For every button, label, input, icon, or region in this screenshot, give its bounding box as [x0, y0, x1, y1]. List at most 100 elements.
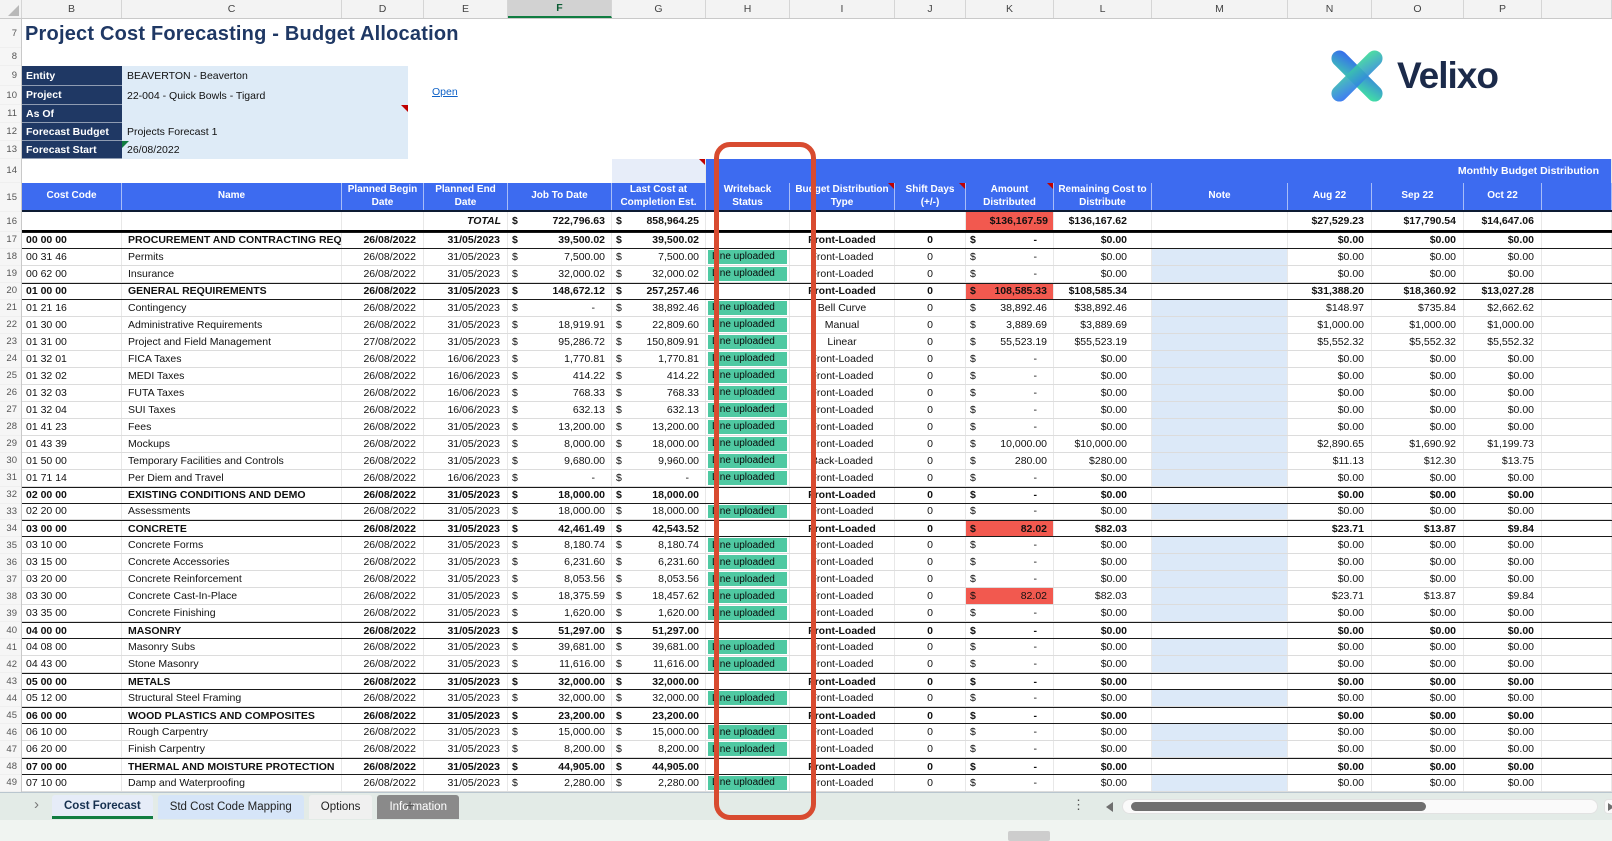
cell-L42[interactable]: $0.00 — [1054, 656, 1152, 672]
cell-G37[interactable]: $8,053.56 — [612, 571, 706, 587]
row-header-45[interactable]: 45 — [0, 707, 21, 724]
cell-K47[interactable]: $- — [966, 741, 1054, 757]
cell-L37[interactable]: $0.00 — [1054, 571, 1152, 587]
cell-M45[interactable] — [1152, 708, 1288, 723]
cell-G21[interactable]: $38,892.46 — [612, 300, 706, 316]
cell-I49[interactable]: Front-Loaded — [790, 775, 895, 791]
cell-C19[interactable]: Insurance — [122, 266, 342, 282]
cell-G28[interactable]: $13,200.00 — [612, 419, 706, 435]
tab-scroll-chevron-icon[interactable]: › — [34, 796, 39, 813]
row-header-8[interactable]: 8 — [0, 48, 21, 66]
row-header-28[interactable]: 28 — [0, 419, 21, 436]
row-header-40[interactable]: 40 — [0, 622, 21, 639]
row-header-12[interactable]: 12 — [0, 123, 21, 141]
cell-G14-comment[interactable] — [612, 159, 706, 183]
cell-K39[interactable]: $- — [966, 605, 1054, 621]
cell-E27[interactable]: 16/06/2023 — [424, 402, 508, 418]
cell-B20[interactable]: 01 00 00 — [22, 284, 122, 299]
cell-E49[interactable]: 31/05/2023 — [424, 775, 508, 791]
cell-J23[interactable]: 0 — [895, 334, 966, 350]
cell-D33[interactable]: 26/08/2022 — [342, 504, 424, 520]
cell-P38[interactable]: $9.84 — [1464, 588, 1542, 604]
cell-G32[interactable]: $18,000.00 — [612, 488, 706, 503]
cell-L28[interactable]: $0.00 — [1054, 419, 1152, 435]
cell-G23[interactable]: $150,809.91 — [612, 334, 706, 350]
cell-N24[interactable]: $0.00 — [1288, 351, 1372, 367]
cell-B30[interactable]: 01 50 00 — [22, 453, 122, 469]
cell-C29[interactable]: Mockups — [122, 436, 342, 452]
cell-B26[interactable]: 01 32 03 — [22, 385, 122, 401]
cell-I43[interactable]: Front-Loaded — [790, 674, 895, 689]
row-header-9[interactable]: 9 — [0, 66, 21, 86]
cell-I19[interactable]: Front-Loaded — [790, 266, 895, 282]
cell-K45[interactable]: $- — [966, 708, 1054, 723]
cell-I41[interactable]: Front-Loaded — [790, 639, 895, 655]
cell-H27[interactable]: Line uploaded — [706, 402, 790, 418]
cell-M42[interactable] — [1152, 656, 1288, 672]
cell-I31[interactable]: Front-Loaded — [790, 470, 895, 486]
cell-O43[interactable]: $0.00 — [1372, 674, 1464, 689]
tab-std-cost-code-mapping[interactable]: Std Cost Code Mapping — [158, 795, 304, 819]
cell-F34[interactable]: $42,461.49 — [508, 521, 612, 536]
cell-N41[interactable]: $0.00 — [1288, 639, 1372, 655]
cell-K16[interactable]: $136,167.59 — [966, 212, 1054, 230]
column-header-D[interactable]: D — [342, 0, 424, 18]
cell-B40[interactable]: 04 00 00 — [22, 623, 122, 638]
cell-G44[interactable]: $32,000.00 — [612, 690, 706, 706]
cell-L34[interactable]: $82.03 — [1054, 521, 1152, 536]
row-header-18[interactable]: 18 — [0, 249, 21, 266]
cell-E23[interactable]: 31/05/2023 — [424, 334, 508, 350]
cell-K29[interactable]: $10,000.00 — [966, 436, 1054, 452]
cell-C26[interactable]: FUTA Taxes — [122, 385, 342, 401]
row-header-31[interactable]: 31 — [0, 470, 21, 487]
cell-K27[interactable]: $- — [966, 402, 1054, 418]
cell-E34[interactable]: 31/05/2023 — [424, 521, 508, 536]
cell-D26[interactable]: 26/08/2022 — [342, 385, 424, 401]
cell-K24[interactable]: $- — [966, 351, 1054, 367]
cell-N20[interactable]: $31,388.20 — [1288, 284, 1372, 299]
cell-M31[interactable] — [1152, 470, 1288, 486]
cell-J27[interactable]: 0 — [895, 402, 966, 418]
cell-M35[interactable] — [1152, 537, 1288, 553]
cell-D35[interactable]: 26/08/2022 — [342, 537, 424, 553]
cell-C24[interactable]: FICA Taxes — [122, 351, 342, 367]
cell-N31[interactable]: $0.00 — [1288, 470, 1372, 486]
cell-G29[interactable]: $18,000.00 — [612, 436, 706, 452]
cell-G17[interactable]: $39,500.02 — [612, 233, 706, 248]
cell-E30[interactable]: 31/05/2023 — [424, 453, 508, 469]
cell-D49[interactable]: 26/08/2022 — [342, 775, 424, 791]
cell-M30[interactable] — [1152, 453, 1288, 469]
cell-L21[interactable]: $38,892.46 — [1054, 300, 1152, 316]
cell-L20[interactable]: $108,585.34 — [1054, 284, 1152, 299]
cell-G30[interactable]: $9,960.00 — [612, 453, 706, 469]
cell-D37[interactable]: 26/08/2022 — [342, 571, 424, 587]
cell-N25[interactable]: $0.00 — [1288, 368, 1372, 384]
cell-B24[interactable]: 01 32 01 — [22, 351, 122, 367]
cell-D45[interactable]: 26/08/2022 — [342, 708, 424, 723]
cell-J30[interactable]: 0 — [895, 453, 966, 469]
cell-P48[interactable]: $0.00 — [1464, 759, 1542, 774]
cell-G19[interactable]: $32,000.02 — [612, 266, 706, 282]
cell-K26[interactable]: $- — [966, 385, 1054, 401]
row-header-27[interactable]: 27 — [0, 402, 21, 419]
cell-F31[interactable]: $- — [508, 470, 612, 486]
cell-H47[interactable]: Line uploaded — [706, 741, 790, 757]
cell-H29[interactable]: Line uploaded — [706, 436, 790, 452]
row-header-13[interactable]: 13 — [0, 141, 21, 159]
cell-B27[interactable]: 01 32 04 — [22, 402, 122, 418]
cell-H33[interactable]: Line uploaded — [706, 504, 790, 520]
cell-L44[interactable]: $0.00 — [1054, 690, 1152, 706]
cell-K23[interactable]: $55,523.19 — [966, 334, 1054, 350]
cell-C22[interactable]: Administrative Requirements — [122, 317, 342, 333]
cell-I18[interactable]: Front-Loaded — [790, 249, 895, 265]
cell-D34[interactable]: 26/08/2022 — [342, 521, 424, 536]
cell-C30[interactable]: Temporary Facilities and Controls — [122, 453, 342, 469]
cell-L22[interactable]: $3,889.69 — [1054, 317, 1152, 333]
cell-E17[interactable]: 31/05/2023 — [424, 233, 508, 248]
cell-B37[interactable]: 03 20 00 — [22, 571, 122, 587]
header-cell-G15[interactable]: Last Cost at Completion Est. — [612, 183, 706, 210]
kebab-menu-icon[interactable]: ⋮ — [1072, 797, 1085, 813]
cell-L30[interactable]: $280.00 — [1054, 453, 1152, 469]
row-header-20[interactable]: 20 — [0, 283, 21, 300]
cell-M29[interactable] — [1152, 436, 1288, 452]
